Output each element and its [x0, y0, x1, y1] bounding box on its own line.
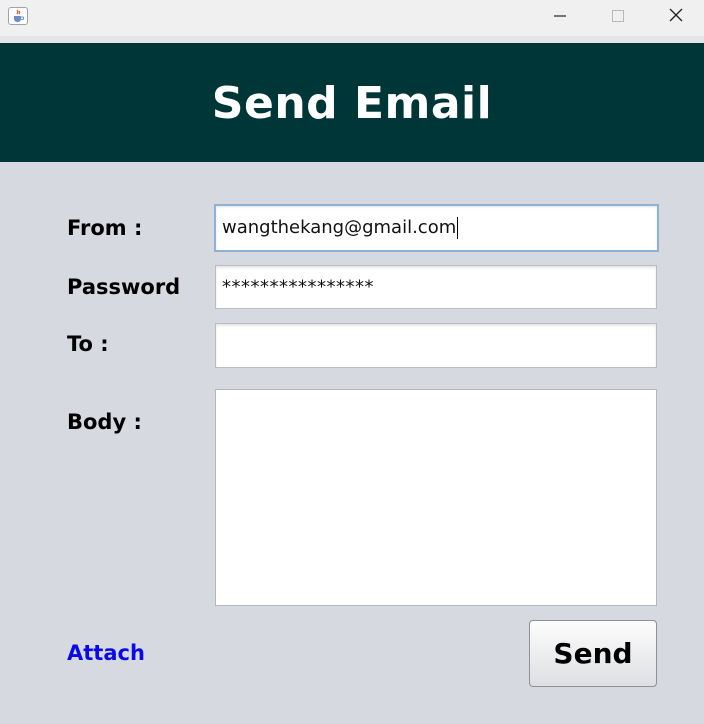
to-field[interactable] — [215, 323, 657, 368]
minimize-icon — [553, 8, 567, 27]
from-field[interactable]: wangthekang@gmail.com — [214, 204, 659, 252]
header-banner: Send Email — [0, 43, 704, 162]
page-title: Send Email — [211, 78, 493, 129]
close-icon — [668, 7, 684, 27]
title-bar — [0, 0, 704, 36]
text-caret — [457, 217, 459, 239]
email-window: Send Email From : wangthekang@gmail.com … — [0, 0, 704, 724]
body-label: Body : — [67, 410, 142, 434]
send-button[interactable]: Send — [529, 620, 657, 687]
password-label: Password — [67, 275, 181, 299]
to-label: To : — [67, 332, 109, 356]
title-separator — [0, 36, 704, 43]
maximize-icon — [611, 8, 625, 27]
from-value: wangthekang@gmail.com — [222, 217, 457, 238]
java-cup-icon — [8, 7, 28, 25]
from-label: From : — [67, 216, 143, 240]
close-button[interactable] — [647, 0, 704, 34]
password-value: **************** — [222, 276, 374, 298]
attach-link[interactable]: Attach — [67, 641, 145, 665]
maximize-button[interactable] — [589, 0, 647, 34]
minimize-button[interactable] — [531, 0, 589, 34]
body-textarea[interactable] — [215, 389, 657, 606]
password-field[interactable]: **************** — [215, 265, 657, 309]
